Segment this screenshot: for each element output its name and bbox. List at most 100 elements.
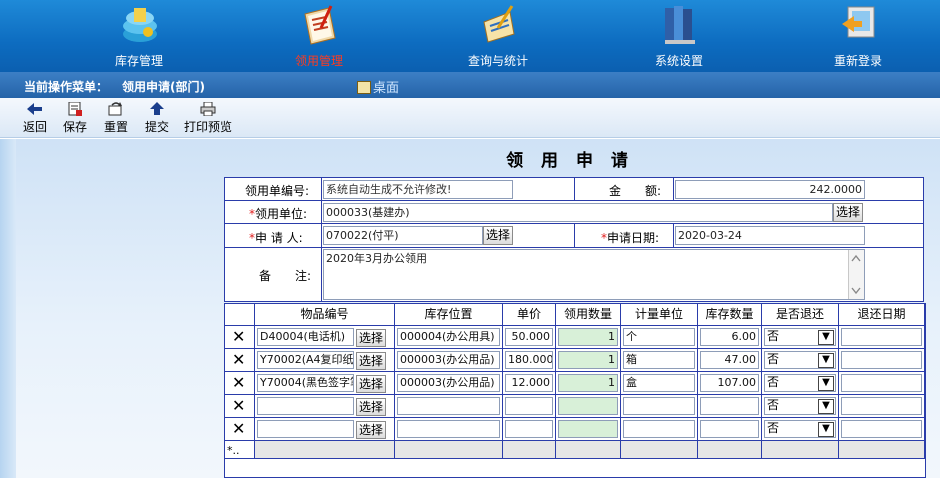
doc-no-field[interactable]: 系统自动生成不允许修改!: [323, 180, 513, 199]
stock-field[interactable]: [700, 397, 759, 415]
applicant-field[interactable]: 070022(付平): [323, 226, 483, 245]
scroll-arrows-icon: [851, 254, 861, 295]
doc-no-label: 领用单编号:: [245, 182, 310, 199]
item-code-field[interactable]: D40004(电话机): [257, 328, 354, 346]
return-date-field[interactable]: [841, 351, 922, 369]
stock-field[interactable]: [700, 420, 759, 438]
location-field[interactable]: 000003(办公用品): [397, 374, 500, 392]
nav-label-relogin: 重新登录: [833, 54, 882, 68]
item-code-field[interactable]: [257, 420, 354, 438]
price-field[interactable]: [505, 397, 553, 415]
back-label: 返回: [23, 120, 48, 134]
remarks-scrollbar[interactable]: [848, 250, 864, 299]
amount-label: 金 额:: [609, 182, 662, 199]
location-field[interactable]: 000004(办公用具): [397, 328, 500, 346]
new-row-cell: [556, 441, 621, 459]
save-button[interactable]: 保存: [63, 102, 87, 135]
return-date-field[interactable]: [841, 420, 922, 438]
return-date-field[interactable]: [841, 328, 922, 346]
stock-field[interactable]: 107.00: [700, 374, 759, 392]
delete-row-icon[interactable]: ✕: [232, 398, 245, 414]
stock-field[interactable]: 47.00: [700, 351, 759, 369]
location-field[interactable]: [397, 420, 500, 438]
nav-label-inventory: 库存管理: [114, 54, 163, 68]
price-cell: 12.000: [503, 372, 556, 395]
left-side-band: [0, 139, 16, 478]
print-preview-label: 打印预览: [184, 120, 233, 134]
item-select-button[interactable]: 选择: [356, 421, 386, 439]
new-row-cell: [255, 441, 395, 459]
location-field[interactable]: 000003(办公用品): [397, 351, 500, 369]
returnable-select[interactable]: 否 ▼: [764, 420, 836, 438]
applicant-select-button[interactable]: 选择: [483, 226, 513, 245]
chevron-down-icon[interactable]: ▼: [818, 330, 834, 345]
location-field[interactable]: [397, 397, 500, 415]
item-select-button[interactable]: 选择: [356, 398, 386, 416]
price-field[interactable]: 12.000: [505, 374, 553, 392]
print-preview-button[interactable]: 打印预览: [184, 102, 232, 135]
delete-row-icon[interactable]: ✕: [232, 352, 245, 368]
submit-label: 提交: [145, 120, 170, 134]
unit-cell: 箱: [621, 349, 698, 372]
desktop-link[interactable]: 桌面: [357, 77, 399, 96]
reset-button[interactable]: 重置: [104, 102, 128, 135]
stock-cell: [698, 395, 762, 418]
returnable-select[interactable]: 否 ▼: [764, 328, 836, 346]
delete-row-icon[interactable]: ✕: [232, 329, 245, 345]
unit-field[interactable]: 盒: [623, 374, 695, 392]
qty-field[interactable]: [558, 420, 618, 438]
return-date-cell: [839, 372, 925, 395]
item-select-button[interactable]: 选择: [356, 375, 386, 393]
price-field[interactable]: 180.000: [505, 351, 553, 369]
item-select-button[interactable]: 选择: [356, 352, 386, 370]
item-code-field[interactable]: [257, 397, 354, 415]
unit-field[interactable]: 个: [623, 328, 695, 346]
price-field[interactable]: 50.000: [505, 328, 553, 346]
remarks-textarea[interactable]: 2020年3月办公领用: [323, 249, 865, 300]
chevron-down-icon[interactable]: ▼: [818, 422, 834, 437]
item-select-button[interactable]: 选择: [356, 329, 386, 347]
price-cell: 50.000: [503, 326, 556, 349]
nav-requisition[interactable]: 领用管理: [264, 0, 374, 72]
qty-field[interactable]: 1: [558, 328, 618, 346]
item-code-field[interactable]: Y70002(A4复印纸): [257, 351, 354, 369]
stock-field[interactable]: 6.00: [700, 328, 759, 346]
nav-query-stats[interactable]: 查询与统计: [443, 0, 553, 72]
delete-row-icon[interactable]: ✕: [232, 421, 245, 437]
qty-field[interactable]: 1: [558, 351, 618, 369]
col-divider: [673, 223, 674, 247]
return-date-field[interactable]: [841, 397, 922, 415]
dept-select-button[interactable]: 选择: [833, 203, 863, 222]
location-cell: 000003(办公用品): [395, 349, 503, 372]
unit-field[interactable]: [623, 420, 695, 438]
chevron-down-icon[interactable]: ▼: [818, 399, 834, 414]
qty-field[interactable]: [558, 397, 618, 415]
unit-field[interactable]: [623, 397, 695, 415]
price-field[interactable]: [505, 420, 553, 438]
returnable-cell: 否 ▼: [762, 372, 839, 395]
apply-date-field[interactable]: 2020-03-24: [675, 226, 865, 245]
dept-field[interactable]: 000033(基建办): [323, 203, 833, 222]
nav-label-requisition: 领用管理: [294, 54, 343, 68]
return-date-field[interactable]: [841, 374, 922, 392]
item-code-field[interactable]: Y70004(黑色签字笔): [257, 374, 354, 392]
grid-header-cell: 领用数量: [556, 304, 621, 326]
nav-relogin[interactable]: 重新登录: [803, 0, 913, 72]
returnable-select[interactable]: 否 ▼: [764, 397, 836, 415]
amount-field[interactable]: 242.0000: [675, 180, 865, 199]
chevron-down-icon[interactable]: ▼: [818, 353, 834, 368]
back-button[interactable]: 返回: [23, 102, 47, 135]
chevron-down-icon[interactable]: ▼: [818, 376, 834, 391]
reset-label: 重置: [104, 120, 129, 134]
delete-row-icon[interactable]: ✕: [232, 375, 245, 391]
unit-field[interactable]: 箱: [623, 351, 695, 369]
stock-cell: [698, 418, 762, 441]
return-date-cell: [839, 418, 925, 441]
qty-field[interactable]: 1: [558, 374, 618, 392]
returnable-select[interactable]: 否 ▼: [764, 374, 836, 392]
submit-button[interactable]: 提交: [145, 102, 169, 135]
nav-system-settings[interactable]: 系统设置: [624, 0, 734, 72]
remarks-label: 备 注:: [259, 267, 312, 284]
returnable-select[interactable]: 否 ▼: [764, 351, 836, 369]
nav-inventory[interactable]: 库存管理: [84, 0, 194, 72]
